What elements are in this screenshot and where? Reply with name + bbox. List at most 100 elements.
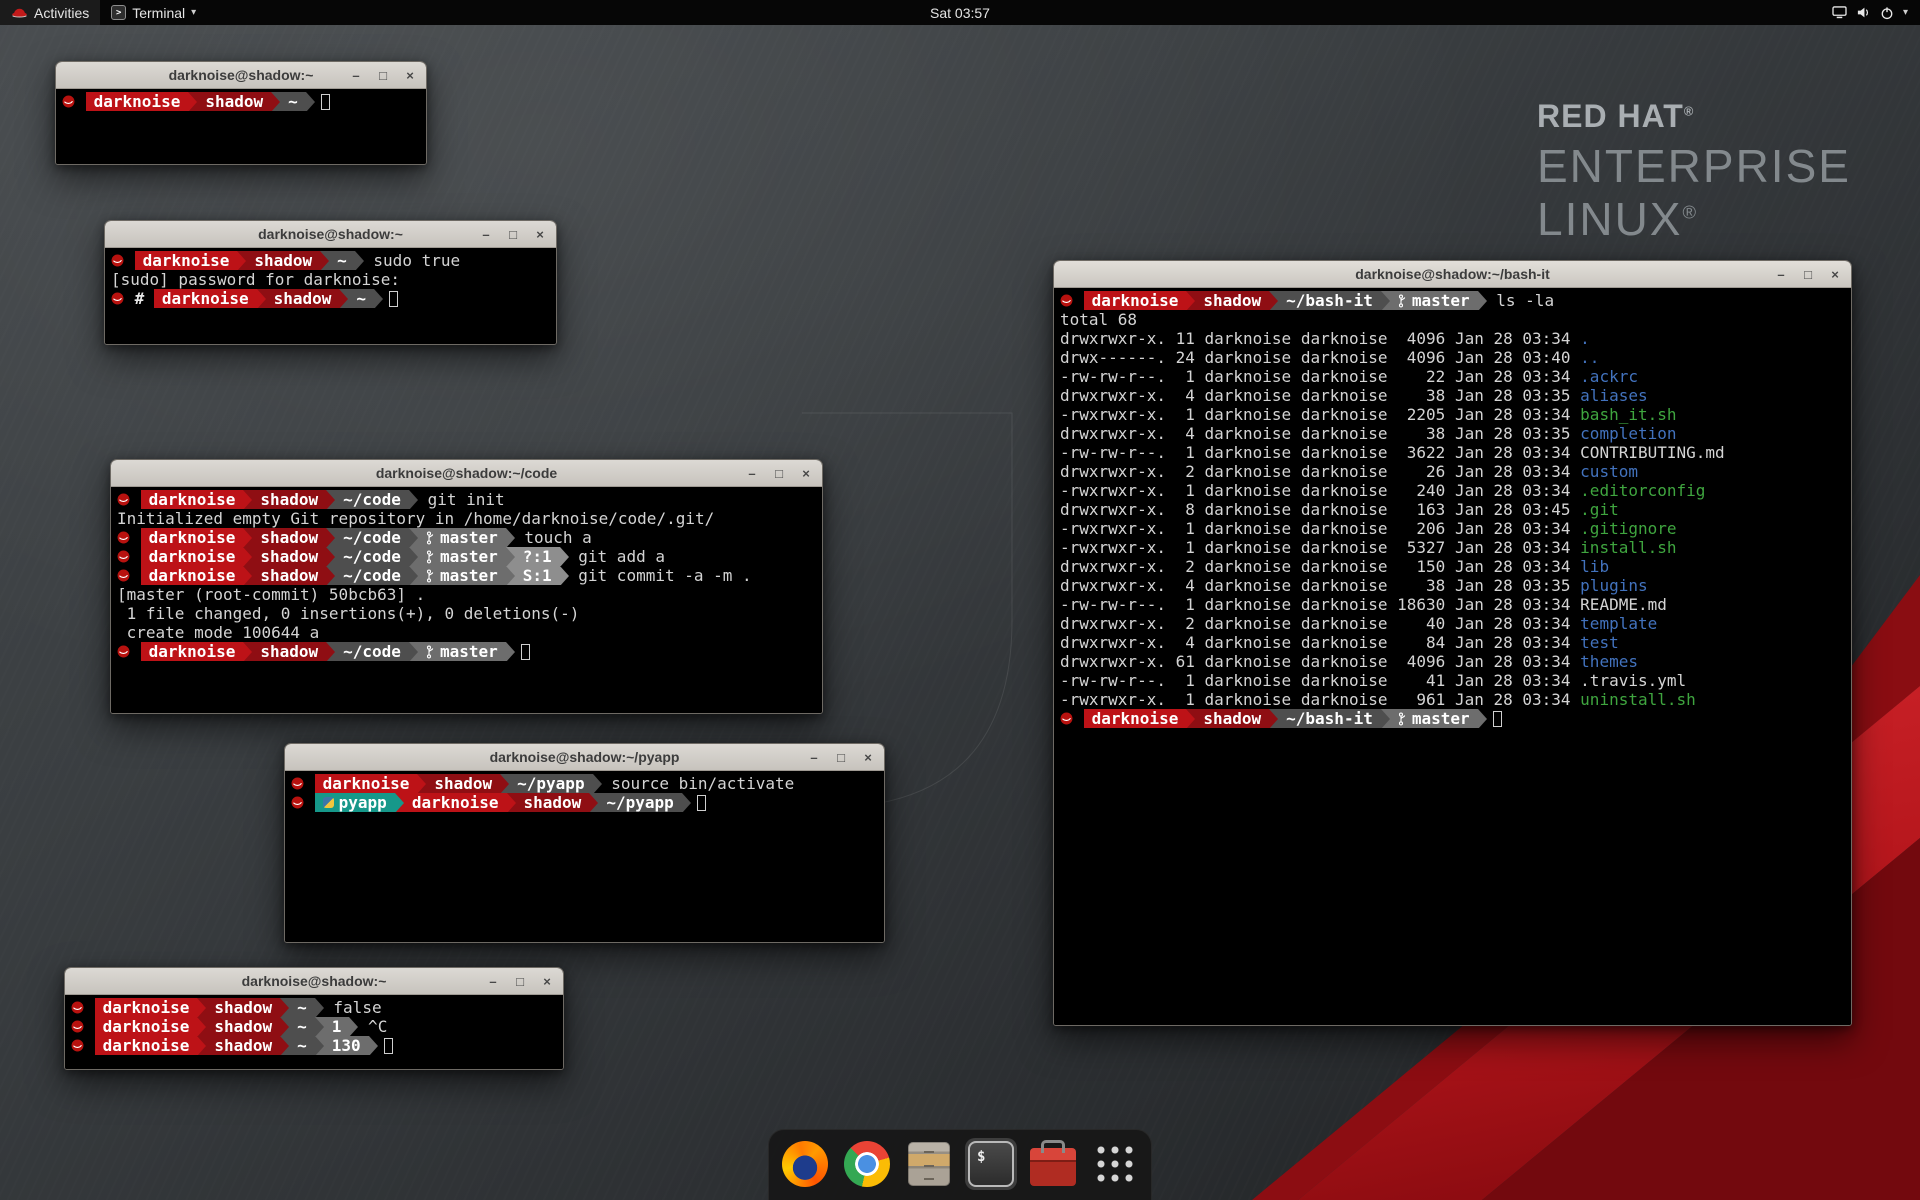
terminal-content[interactable]: darknoiseshadow~ <box>56 89 426 164</box>
close-button[interactable]: × <box>538 972 556 990</box>
titlebar[interactable]: darknoise@shadow:~ –□ × <box>56 62 426 89</box>
powerline-separator-icon <box>409 642 418 661</box>
prompt-segment: ~ <box>280 92 306 111</box>
redhat-prompt-icon <box>117 493 130 506</box>
terminal-content[interactable]: darknoiseshadow~ false darknoiseshadow~1… <box>65 995 563 1069</box>
prompt-segment: darknoise <box>315 774 418 793</box>
terminal-icon: $ <box>968 1141 1014 1187</box>
root-indicator: # <box>125 289 154 308</box>
prompt-segment: darknoise <box>141 547 244 566</box>
terminal-content[interactable]: darknoiseshadow~ sudo true[sudo] passwor… <box>105 248 556 344</box>
git-branch-icon <box>1398 294 1407 308</box>
titlebar[interactable]: darknoise@shadow:~–□× <box>65 968 563 995</box>
maximize-button[interactable]: □ <box>504 225 522 243</box>
powerline-separator-icon <box>1269 709 1278 728</box>
prompt-segment: ~ <box>329 251 355 270</box>
close-button[interactable]: × <box>797 464 815 482</box>
powerline-separator-icon <box>1381 709 1390 728</box>
maximize-button[interactable]: □ <box>511 972 529 990</box>
minimize-button[interactable]: – <box>805 748 823 766</box>
prompt-segment: darknoise <box>1084 291 1187 310</box>
caret-down-icon: ▾ <box>191 7 196 18</box>
display-icon <box>1832 6 1847 19</box>
files-launcher[interactable] <box>903 1138 955 1190</box>
terminal-content[interactable]: darknoiseshadow~/code git initInitialize… <box>111 487 822 713</box>
chrome-launcher[interactable] <box>841 1138 893 1190</box>
redhat-prompt-icon <box>117 550 130 563</box>
powerline-separator-icon <box>560 547 569 566</box>
minimize-button[interactable]: – <box>347 66 365 84</box>
app-grid-button[interactable] <box>1089 1138 1141 1190</box>
minimize-button[interactable]: – <box>477 225 495 243</box>
titlebar[interactable]: darknoise@shadow:~–□× <box>105 221 556 248</box>
terminal-line: darknoiseshadow~130 <box>71 1036 557 1055</box>
redhat-prompt-icon <box>62 95 75 108</box>
toolbox-launcher[interactable] <box>1027 1138 1079 1190</box>
terminal-line: drwx------. 24 darknoise darknoise 4096 … <box>1060 348 1845 367</box>
redhat-logo-icon <box>11 6 28 20</box>
terminal-content[interactable]: darknoiseshadow~/bash-itmaster ls -latot… <box>1054 288 1851 1025</box>
system-status-area[interactable]: ▾ <box>1820 0 1920 25</box>
window-controls: –□ × <box>1772 265 1844 283</box>
git-branch-icon <box>426 645 435 659</box>
terminal-window-pyapp: darknoise@shadow:~/pyapp–□× darknoisesha… <box>284 743 885 943</box>
prompt-segment: shadow <box>426 774 500 793</box>
clock[interactable]: Sat 03:57 <box>930 5 990 21</box>
close-button[interactable]: × <box>859 748 877 766</box>
git-branch-icon <box>426 569 435 583</box>
terminal-content[interactable]: darknoiseshadow~/pyapp source bin/activa… <box>285 771 884 942</box>
prompt-segment: ~/pyapp <box>509 774 592 793</box>
powerline-separator-icon <box>1186 709 1195 728</box>
close-button[interactable]: × <box>401 66 419 84</box>
prompt-segment: shadow <box>206 1017 280 1036</box>
powerline-separator-icon <box>243 490 252 509</box>
prompt-segment: pyapp <box>315 793 395 812</box>
terminal-line: darknoiseshadow~ <box>62 92 420 111</box>
powerline-separator-icon <box>409 547 418 566</box>
terminal-window-home-1: darknoise@shadow:~ –□ × darknoiseshadow~ <box>55 61 427 165</box>
powerline-separator-icon <box>326 566 335 585</box>
terminal-line: darknoiseshadow~/codemaster?:1 git add a <box>117 547 816 566</box>
redhat-prompt-icon <box>117 569 130 582</box>
redhat-prompt-icon <box>71 1020 84 1033</box>
close-button[interactable]: × <box>1826 265 1844 283</box>
terminal-line: darknoiseshadow~/bash-itmaster <box>1060 709 1845 728</box>
prompt-segment: darknoise <box>95 1017 198 1036</box>
powerline-separator-icon <box>506 642 515 661</box>
prompt-segment: ~/code <box>335 547 409 566</box>
titlebar[interactable]: darknoise@shadow:~/bash-it–□× <box>1054 261 1851 288</box>
maximize-button[interactable]: □ <box>770 464 788 482</box>
firefox-icon <box>782 1141 828 1187</box>
powerline-separator-icon <box>243 528 252 547</box>
maximize-button[interactable]: □ <box>1799 265 1817 283</box>
app-menu-terminal[interactable]: Terminal ▾ <box>100 0 207 25</box>
activities-button[interactable]: Activities <box>0 0 100 25</box>
minimize-button[interactable]: – <box>1772 265 1790 283</box>
titlebar[interactable]: darknoise@shadow:~/code–□× <box>111 460 822 487</box>
activities-label: Activities <box>34 5 89 21</box>
window-title: darknoise@shadow:~ <box>169 67 314 83</box>
prompt-segment: darknoise <box>95 1036 198 1055</box>
terminal-line: drwxrwxr-x. 4 darknoise darknoise 38 Jan… <box>1060 576 1845 595</box>
close-button[interactable]: × <box>531 225 549 243</box>
command-text: false <box>324 998 382 1017</box>
minimize-button[interactable]: – <box>484 972 502 990</box>
maximize-button[interactable]: □ <box>374 66 392 84</box>
prompt-segment: shadow <box>206 998 280 1017</box>
powerline-separator-icon <box>395 793 404 812</box>
redhat-prompt-icon <box>1060 712 1073 725</box>
minimize-button[interactable]: – <box>743 464 761 482</box>
prompt-segment: master <box>418 642 506 661</box>
redhat-prompt-icon <box>71 1001 84 1014</box>
prompt-segment: S:1 <box>515 566 560 585</box>
prompt-segment: shadow <box>206 1036 280 1055</box>
firefox-launcher[interactable] <box>779 1138 831 1190</box>
prompt-segment: master <box>418 528 506 547</box>
prompt-segment: shadow <box>252 528 326 547</box>
terminal-line: total 68 <box>1060 310 1845 329</box>
terminal-line: pyappdarknoiseshadow~/pyapp <box>291 793 878 812</box>
titlebar[interactable]: darknoise@shadow:~/pyapp–□× <box>285 744 884 771</box>
maximize-button[interactable]: □ <box>832 748 850 766</box>
prompt-segment: shadow <box>252 490 326 509</box>
terminal-launcher[interactable]: $ <box>965 1138 1017 1190</box>
